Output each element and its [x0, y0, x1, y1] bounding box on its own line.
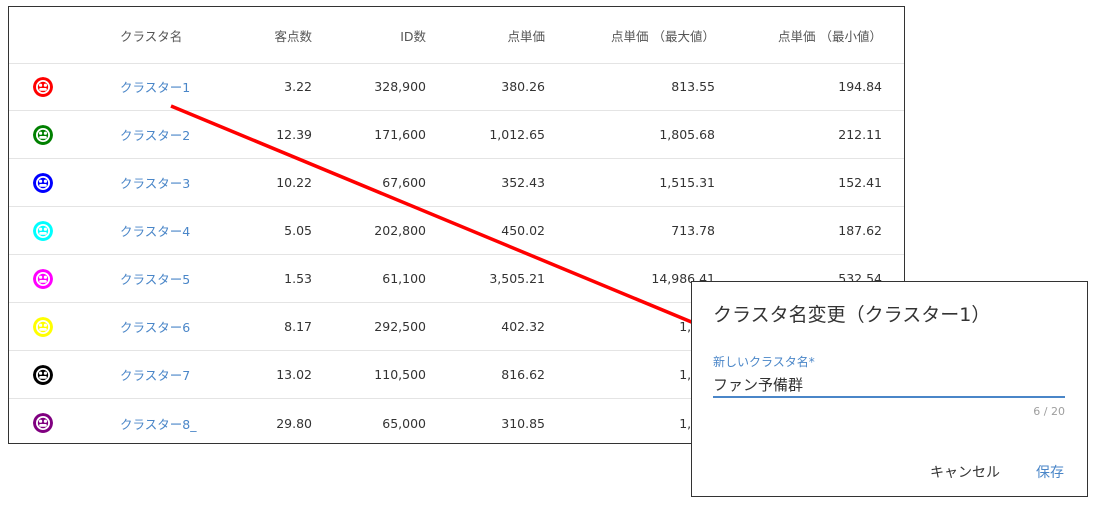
cluster-name-link[interactable]: クラスター2: [120, 125, 190, 144]
cluster-group-icon: [33, 172, 53, 193]
unit-price-max-cell: 1,805.68: [659, 127, 715, 142]
header-cluster-name: クラスタ名: [120, 28, 183, 44]
cluster-group-icon: [33, 413, 53, 433]
visits-cell: 13.02: [276, 367, 312, 382]
unit-price-cell: 310.85: [501, 415, 545, 431]
unit-price-min-cell: 187.62: [838, 223, 882, 238]
unit-price-min-cell: 212.11: [838, 127, 882, 142]
cluster-icon-cell: [33, 303, 55, 350]
header-visits: 客点数: [274, 28, 312, 44]
new-name-input[interactable]: [713, 372, 1065, 398]
unit-price-min-cell: 152.41: [838, 175, 882, 190]
cluster-group-icon: [33, 364, 53, 385]
cluster-icon-cell: [33, 351, 55, 398]
cluster-name-cell: クラスター2: [120, 111, 230, 158]
save-button[interactable]: 保存: [1036, 462, 1064, 482]
unit-price-max-cell: 713.78: [671, 223, 715, 238]
cluster-icon-cell: [33, 63, 55, 110]
header-unit-price-min: 点単価 （最小値）: [778, 28, 882, 44]
cluster-group-icon: [33, 220, 53, 241]
visits-cell: 3.22: [284, 79, 312, 94]
header-unit-price-max: 点単価 （最大値）: [611, 28, 715, 44]
cluster-name-cell: クラスター7: [120, 351, 230, 398]
visits-cell: 29.80: [276, 415, 312, 431]
cluster-icon-cell: [33, 255, 55, 302]
table-row: クラスター2 12.39 171,600 1,012.65 1,805.68 212.11: [9, 111, 904, 159]
visits-cell: 10.22: [276, 175, 312, 190]
unit-price-cell: 450.02: [501, 223, 545, 238]
unit-price-cell: 352.43: [501, 175, 545, 190]
id-count-cell: 110,500: [374, 367, 426, 382]
id-count-cell: 292,500: [374, 319, 426, 334]
visits-cell: 5.05: [284, 223, 312, 238]
cluster-name-cell: クラスター1: [120, 63, 230, 110]
unit-price-max-cell: 1,515.31: [659, 175, 715, 190]
cluster-icon-cell: [33, 399, 55, 447]
cluster-group-icon: [33, 268, 53, 289]
dialog-title: クラスタ名変更（クラスター1）: [713, 304, 991, 326]
cancel-button[interactable]: キャンセル: [930, 462, 1000, 482]
unit-price-cell: 1,012.65: [489, 127, 545, 142]
table-row: クラスター4 5.05 202,800 450.02 713.78 187.62: [9, 207, 904, 255]
unit-price-cell: 380.26: [501, 79, 545, 94]
cluster-icon-cell: [33, 111, 55, 158]
id-count-cell: 61,100: [382, 271, 426, 286]
cluster-name-link[interactable]: クラスター8_: [120, 414, 196, 433]
unit-price-cell: 3,505.21: [489, 271, 545, 286]
cluster-name-link[interactable]: クラスター1: [120, 77, 190, 96]
rename-cluster-dialog: クラスタ名変更（クラスター1） 新しいクラスタ名* 6 / 20 キャンセル 保…: [691, 281, 1088, 497]
cluster-name-link[interactable]: クラスター5: [120, 269, 190, 288]
cluster-name-cell: クラスター5: [120, 255, 230, 302]
character-counter: 6 / 20: [1033, 405, 1065, 418]
cluster-name-cell: クラスター4: [120, 207, 230, 254]
unit-price-min-cell: 194.84: [838, 79, 882, 94]
unit-price-cell: 816.62: [501, 367, 545, 382]
id-count-cell: 202,800: [374, 223, 426, 238]
cluster-name-link[interactable]: クラスター3: [120, 173, 190, 192]
header-unit-price: 点単価: [507, 28, 545, 44]
cluster-group-icon: [33, 76, 53, 97]
cluster-name-link[interactable]: クラスター4: [120, 221, 190, 240]
cluster-group-icon: [33, 316, 53, 337]
cluster-name-cell: クラスター8_: [120, 399, 230, 447]
table-row: クラスター3 10.22 67,600 352.43 1,515.31 152.41: [9, 159, 904, 207]
new-name-label: 新しいクラスタ名*: [713, 355, 815, 369]
cluster-name-cell: クラスター3: [120, 159, 230, 206]
id-count-cell: 67,600: [382, 175, 426, 190]
id-count-cell: 328,900: [374, 79, 426, 94]
cluster-icon-cell: [33, 159, 55, 206]
visits-cell: 1.53: [284, 271, 312, 286]
table-header-row: クラスタ名 客点数 ID数 点単価 点単価 （最大値） 点単価 （最小値）: [9, 7, 904, 64]
header-id-count: ID数: [400, 28, 426, 44]
visits-cell: 12.39: [276, 127, 312, 142]
unit-price-cell: 402.32: [501, 319, 545, 334]
cluster-group-icon: [33, 124, 53, 145]
cluster-name-link[interactable]: クラスター6: [120, 317, 190, 336]
id-count-cell: 171,600: [374, 127, 426, 142]
table-row: クラスター1 3.22 328,900 380.26 813.55 194.84: [9, 63, 904, 111]
cluster-name-cell: クラスター6: [120, 303, 230, 350]
id-count-cell: 65,000: [382, 415, 426, 431]
cluster-name-link[interactable]: クラスター7: [120, 365, 190, 384]
unit-price-max-cell: 813.55: [671, 79, 715, 94]
cluster-icon-cell: [33, 207, 55, 254]
visits-cell: 8.17: [284, 319, 312, 334]
